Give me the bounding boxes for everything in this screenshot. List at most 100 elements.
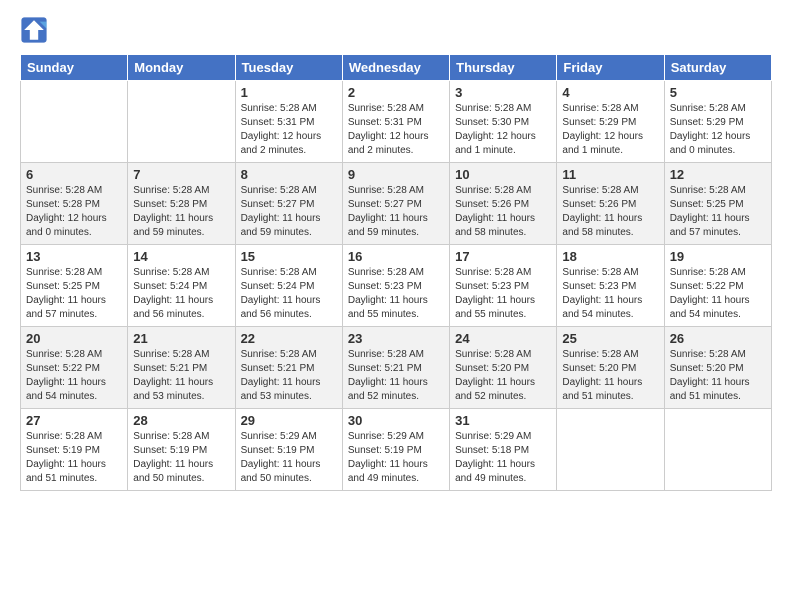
column-header-monday: Monday [128, 55, 235, 81]
day-number: 25 [562, 331, 658, 346]
calendar-cell [128, 81, 235, 163]
calendar-cell: 19Sunrise: 5:28 AMSunset: 5:22 PMDayligh… [664, 245, 771, 327]
calendar-cell: 20 Sunrise: 5:28 AMSunset: 5:22 PMDayligh… [21, 327, 128, 409]
week-row-4: 20 Sunrise: 5:28 AMSunset: 5:22 PMDayligh… [21, 327, 772, 409]
day-number: 2 [348, 85, 444, 100]
calendar-cell: 28 Sunrise: 5:28 AMSunset: 5:19 PMDayligh… [128, 409, 235, 491]
calendar-cell: 2Sunrise: 5:28 AMSunset: 5:31 PMDaylight… [342, 81, 449, 163]
calendar-cell: 26Sunrise: 5:28 AMSunset: 5:20 PMDayligh… [664, 327, 771, 409]
calendar-cell: 29 Sunrise: 5:29 AMSunset: 5:19 PMDayligh… [235, 409, 342, 491]
day-number: 17 [455, 249, 551, 264]
day-number: 20 [26, 331, 122, 346]
calendar-cell: 23 Sunrise: 5:28 AMSunset: 5:21 PMDayligh… [342, 327, 449, 409]
logo-icon [20, 16, 48, 44]
page: SundayMondayTuesdayWednesdayThursdayFrid… [0, 0, 792, 612]
cell-content: Sunrise: 5:28 AMSunset: 5:20 PMDaylight:… [455, 348, 551, 404]
day-number: 18 [562, 249, 658, 264]
day-number: 8 [241, 167, 337, 182]
cell-content: Sunrise: 5:28 AMSunset: 5:29 PMDaylight:… [670, 102, 766, 158]
day-number: 3 [455, 85, 551, 100]
column-header-thursday: Thursday [450, 55, 557, 81]
calendar-cell [557, 409, 664, 491]
cell-content: Sunrise: 5:28 AMSunset: 5:25 PMDaylight:… [26, 266, 122, 322]
week-row-2: 6 Sunrise: 5:28 AMSunset: 5:28 PMDaylight… [21, 163, 772, 245]
column-header-sunday: Sunday [21, 55, 128, 81]
day-number: 15 [241, 249, 337, 264]
day-number: 9 [348, 167, 444, 182]
column-header-tuesday: Tuesday [235, 55, 342, 81]
day-number: 27 [26, 413, 122, 428]
calendar-cell: 18 Sunrise: 5:28 AMSunset: 5:23 PMDayligh… [557, 245, 664, 327]
calendar-cell: 24Sunrise: 5:28 AMSunset: 5:20 PMDayligh… [450, 327, 557, 409]
calendar-header: SundayMondayTuesdayWednesdayThursdayFrid… [21, 55, 772, 81]
calendar-cell: 21 Sunrise: 5:28 AMSunset: 5:21 PMDayligh… [128, 327, 235, 409]
day-number: 6 [26, 167, 122, 182]
day-number: 1 [241, 85, 337, 100]
day-number: 11 [562, 167, 658, 182]
logo [20, 16, 52, 44]
calendar-cell: 15Sunrise: 5:28 AMSunset: 5:24 PMDayligh… [235, 245, 342, 327]
cell-content: Sunrise: 5:28 AMSunset: 5:22 PMDaylight:… [26, 348, 122, 404]
cell-content: Sunrise: 5:28 AMSunset: 5:29 PMDaylight:… [562, 102, 658, 158]
cell-content: Sunrise: 5:28 AMSunset: 5:21 PMDaylight:… [133, 348, 229, 404]
day-number: 19 [670, 249, 766, 264]
day-number: 30 [348, 413, 444, 428]
day-number: 29 [241, 413, 337, 428]
cell-content: Sunrise: 5:28 AMSunset: 5:24 PMDaylight:… [133, 266, 229, 322]
cell-content: Sunrise: 5:28 AMSunset: 5:23 PMDaylight:… [562, 266, 658, 322]
week-row-5: 27 Sunrise: 5:28 AMSunset: 5:19 PMDayligh… [21, 409, 772, 491]
calendar-cell: 9 Sunrise: 5:28 AMSunset: 5:27 PMDaylight… [342, 163, 449, 245]
calendar-cell: 11 Sunrise: 5:28 AMSunset: 5:26 PMDayligh… [557, 163, 664, 245]
calendar-cell: 14Sunrise: 5:28 AMSunset: 5:24 PMDayligh… [128, 245, 235, 327]
cell-content: Sunrise: 5:28 AMSunset: 5:27 PMDaylight:… [348, 184, 444, 240]
cell-content: Sunrise: 5:28 AMSunset: 5:19 PMDaylight:… [133, 430, 229, 486]
calendar-cell [21, 81, 128, 163]
calendar-cell: 7 Sunrise: 5:28 AMSunset: 5:28 PMDaylight… [128, 163, 235, 245]
calendar-table: SundayMondayTuesdayWednesdayThursdayFrid… [20, 54, 772, 491]
cell-content: Sunrise: 5:28 AMSunset: 5:31 PMDaylight:… [241, 102, 337, 158]
cell-content: Sunrise: 5:28 AMSunset: 5:28 PMDaylight:… [133, 184, 229, 240]
calendar-cell: 30 Sunrise: 5:29 AMSunset: 5:19 PMDayligh… [342, 409, 449, 491]
cell-content: Sunrise: 5:28 AMSunset: 5:20 PMDaylight:… [562, 348, 658, 404]
calendar-cell: 3 Sunrise: 5:28 AMSunset: 5:30 PMDaylight… [450, 81, 557, 163]
day-number: 28 [133, 413, 229, 428]
cell-content: Sunrise: 5:28 AMSunset: 5:25 PMDaylight:… [670, 184, 766, 240]
cell-content: Sunrise: 5:28 AMSunset: 5:23 PMDaylight:… [348, 266, 444, 322]
calendar-cell: 5 Sunrise: 5:28 AMSunset: 5:29 PMDaylight… [664, 81, 771, 163]
cell-content: Sunrise: 5:28 AMSunset: 5:28 PMDaylight:… [26, 184, 122, 240]
day-number: 31 [455, 413, 551, 428]
cell-content: Sunrise: 5:28 AMSunset: 5:26 PMDaylight:… [455, 184, 551, 240]
week-row-3: 13Sunrise: 5:28 AMSunset: 5:25 PMDayligh… [21, 245, 772, 327]
cell-content: Sunrise: 5:28 AMSunset: 5:23 PMDaylight:… [455, 266, 551, 322]
cell-content: Sunrise: 5:29 AMSunset: 5:19 PMDaylight:… [348, 430, 444, 486]
calendar-cell: 22 Sunrise: 5:28 AMSunset: 5:21 PMDayligh… [235, 327, 342, 409]
calendar-cell: 8 Sunrise: 5:28 AMSunset: 5:27 PMDaylight… [235, 163, 342, 245]
calendar-cell: 25 Sunrise: 5:28 AMSunset: 5:20 PMDayligh… [557, 327, 664, 409]
day-number: 5 [670, 85, 766, 100]
day-number: 23 [348, 331, 444, 346]
calendar-cell: 16 Sunrise: 5:28 AMSunset: 5:23 PMDayligh… [342, 245, 449, 327]
cell-content: Sunrise: 5:28 AMSunset: 5:30 PMDaylight:… [455, 102, 551, 158]
calendar-cell: 10Sunrise: 5:28 AMSunset: 5:26 PMDayligh… [450, 163, 557, 245]
cell-content: Sunrise: 5:29 AMSunset: 5:18 PMDaylight:… [455, 430, 551, 486]
cell-content: Sunrise: 5:29 AMSunset: 5:19 PMDaylight:… [241, 430, 337, 486]
week-row-1: 1 Sunrise: 5:28 AMSunset: 5:31 PMDaylight… [21, 81, 772, 163]
column-header-friday: Friday [557, 55, 664, 81]
calendar-cell: 13Sunrise: 5:28 AMSunset: 5:25 PMDayligh… [21, 245, 128, 327]
cell-content: Sunrise: 5:28 AMSunset: 5:21 PMDaylight:… [348, 348, 444, 404]
day-number: 22 [241, 331, 337, 346]
header-row: SundayMondayTuesdayWednesdayThursdayFrid… [21, 55, 772, 81]
column-header-wednesday: Wednesday [342, 55, 449, 81]
header [20, 16, 772, 44]
day-number: 4 [562, 85, 658, 100]
calendar-cell: 6 Sunrise: 5:28 AMSunset: 5:28 PMDaylight… [21, 163, 128, 245]
day-number: 21 [133, 331, 229, 346]
calendar-cell: 12Sunrise: 5:28 AMSunset: 5:25 PMDayligh… [664, 163, 771, 245]
day-number: 26 [670, 331, 766, 346]
column-header-saturday: Saturday [664, 55, 771, 81]
cell-content: Sunrise: 5:28 AMSunset: 5:21 PMDaylight:… [241, 348, 337, 404]
cell-content: Sunrise: 5:28 AMSunset: 5:26 PMDaylight:… [562, 184, 658, 240]
day-number: 16 [348, 249, 444, 264]
cell-content: Sunrise: 5:28 AMSunset: 5:27 PMDaylight:… [241, 184, 337, 240]
day-number: 7 [133, 167, 229, 182]
